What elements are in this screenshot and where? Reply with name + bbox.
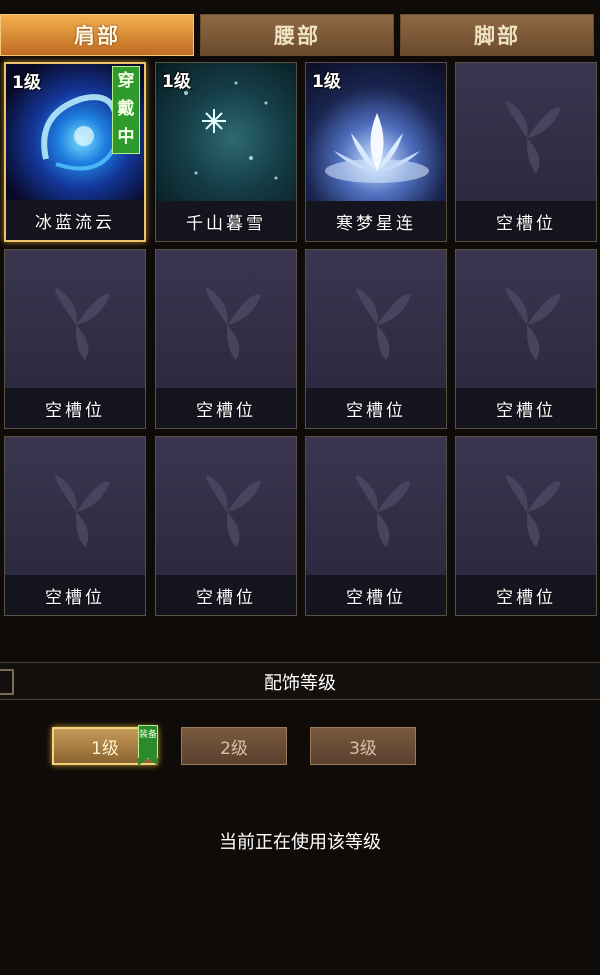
butterfly-placeholder-icon: [156, 250, 296, 388]
accessory-slot-bingji[interactable]: 1级 穿戴中 冰蓝流云: [4, 62, 146, 242]
slot-name: 空槽位: [156, 575, 296, 615]
accessory-slot-hanmeng[interactable]: 1级 寒梦星连: [305, 62, 447, 242]
empty-slot[interactable]: 空槽位: [305, 436, 447, 616]
butterfly-placeholder-icon: [156, 437, 296, 575]
slot-name: 空槽位: [5, 575, 145, 615]
butterfly-placeholder-icon: [456, 250, 596, 388]
butterfly-placeholder-icon: [306, 250, 446, 388]
slot-name: 空槽位: [156, 388, 296, 428]
butterfly-placeholder-icon: [306, 437, 446, 575]
accessory-level-header: 配饰等级: [0, 662, 600, 700]
empty-slot[interactable]: 空槽位: [455, 62, 597, 242]
level-label: 1级: [162, 72, 191, 92]
butterfly-placeholder-icon: [5, 437, 145, 575]
slot-name: 空槽位: [456, 388, 596, 428]
slot-name: 空槽位: [306, 388, 446, 428]
empty-slot[interactable]: 空槽位: [155, 436, 297, 616]
tab-shoulder[interactable]: 肩部: [0, 14, 194, 56]
butterfly-placeholder-icon: [5, 250, 145, 388]
butterfly-placeholder-icon: [456, 63, 596, 201]
equipped-tag: 装备: [138, 725, 158, 766]
accessory-slot-qianshan[interactable]: 1级 千山暮雪: [155, 62, 297, 242]
slot-name: 空槽位: [5, 388, 145, 428]
empty-slot[interactable]: 空槽位: [455, 249, 597, 429]
wearing-badge: 穿戴中: [112, 66, 140, 154]
butterfly-placeholder-icon: [456, 437, 596, 575]
empty-slot[interactable]: 空槽位: [305, 249, 447, 429]
level-3-button[interactable]: 3级: [310, 727, 416, 765]
tab-feet[interactable]: 脚部: [400, 14, 594, 56]
equipment-tabs: 肩部 腰部 脚部: [0, 14, 600, 58]
level-label: 1级: [12, 73, 41, 93]
section-title: 配饰等级: [264, 673, 336, 694]
slot-name: 空槽位: [456, 201, 596, 241]
level-label: 1级: [312, 72, 341, 92]
empty-slot[interactable]: 空槽位: [4, 436, 146, 616]
status-text: 当前正在使用该等级: [219, 832, 381, 853]
empty-slot[interactable]: 空槽位: [455, 436, 597, 616]
tab-waist[interactable]: 腰部: [200, 14, 394, 56]
slot-name: 寒梦星连: [306, 201, 446, 241]
slot-name: 冰蓝流云: [6, 200, 144, 240]
slot-name: 空槽位: [456, 575, 596, 615]
empty-slot[interactable]: 空槽位: [155, 249, 297, 429]
empty-slot[interactable]: 空槽位: [4, 249, 146, 429]
slot-name: 千山暮雪: [156, 201, 296, 241]
slot-name: 空槽位: [306, 575, 446, 615]
level-2-button[interactable]: 2级: [181, 727, 287, 765]
accessory-grid: 1级 穿戴中 冰蓝流云 1级 千山暮雪 1级 寒梦星连 空槽位 空槽位 空槽位 …: [0, 60, 600, 620]
